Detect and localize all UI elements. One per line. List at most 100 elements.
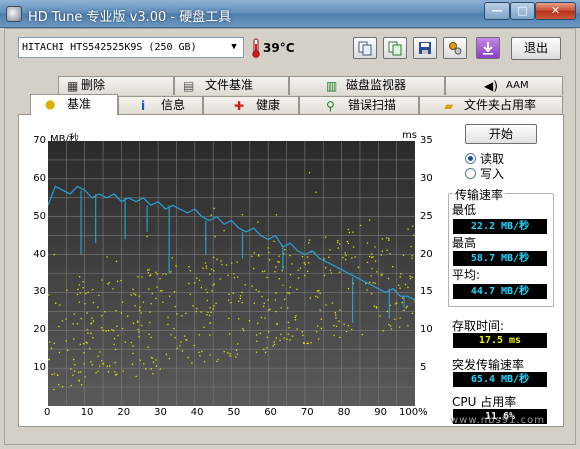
access-time-point [122,327,124,330]
access-time-point [308,172,311,174]
save-button[interactable] [413,37,437,59]
access-time-point [225,264,228,266]
download-button[interactable] [476,37,500,59]
access-time-point [289,274,292,276]
access-time-point [132,345,134,347]
avg-label: 平均: [452,268,481,282]
access-time-point [168,358,171,360]
access-time-point [152,361,155,363]
access-time-point [139,306,141,308]
access-time-point [122,370,124,372]
read-radio-indicator[interactable] [465,153,476,164]
access-time-point [228,293,230,295]
access-time-point [410,245,412,248]
access-time-point [201,350,203,353]
access-time-point [306,256,309,258]
access-time-point [170,271,172,273]
write-radio-indicator[interactable] [465,168,476,179]
access-time-point [284,298,286,300]
access-time-point [315,295,317,298]
access-time-point [209,322,212,324]
access-time-point [114,361,116,364]
access-time-point [150,302,152,305]
access-time-point [253,252,256,254]
access-time-point [301,331,304,333]
access-time-point [112,329,115,332]
copy-info-button[interactable] [353,37,377,59]
access-time-point [198,334,201,336]
access-time-point [209,334,211,336]
access-time-point [155,359,157,361]
access-time-point [205,265,207,267]
settings-button[interactable] [443,37,467,59]
access-time-point [347,287,350,290]
access-time-point [189,270,192,272]
access-time-point [150,368,152,370]
access-time-point [351,328,353,331]
close-button[interactable]: ✕ [535,2,576,20]
access-time-point [376,271,378,273]
access-time-point [185,312,187,315]
access-time-point [155,297,157,300]
access-time-point [309,297,311,299]
drive-select[interactable]: HITACHI HTS542525K9S (250 GB) ▼ [18,37,244,58]
access-time-point [113,337,116,340]
chevron-down-icon[interactable]: ▼ [226,39,242,56]
minimize-button[interactable]: — [484,2,510,20]
access-time-point [145,368,147,370]
right-axis-unit: ms [402,130,417,141]
start-button[interactable]: 开始 [465,124,537,144]
access-time-point [220,260,222,262]
maximize-button[interactable]: □ [510,2,535,20]
access-time-point [215,302,217,304]
access-time-point [83,352,85,354]
access-time-point [173,327,175,330]
title-bar[interactable]: HD Tune 专业版 v3.00 - 硬盘工具 — □ ✕ [0,0,580,28]
x-tick-label: 10 [80,407,94,418]
tab-error-scan[interactable]: ⚲ 错误扫描 [299,96,419,115]
tab-folder-usage[interactable]: ▰ 文件夹占用率 [419,96,563,115]
access-time-point [70,368,72,370]
access-time-point [337,239,339,242]
access-time-point [106,256,108,258]
access-time-point [124,341,126,343]
access-time-point [185,339,187,341]
access-time-point [188,266,190,268]
tab-health[interactable]: ✚ 健康 [203,96,299,115]
access-time-point [280,333,282,336]
save-icon [419,42,431,54]
access-time-point [173,291,176,293]
access-time-point [368,281,371,283]
access-time-point [413,234,415,236]
access-time-point [354,256,356,258]
access-time-point [386,310,389,313]
access-time-point [387,277,390,280]
access-time-point [210,268,213,270]
exit-button[interactable]: 退出 [511,37,561,60]
access-time-point [213,283,215,285]
tab-benchmark[interactable]: ● 基准 [30,94,118,115]
access-time-point [237,276,239,278]
access-time-point [261,270,264,273]
access-time-point [411,276,413,278]
access-time-point [148,333,150,335]
access-time-point [138,295,140,297]
copy-screen-button[interactable] [383,37,407,59]
tab-file-benchmark[interactable]: ▤ 文件基准 [174,76,289,95]
access-time-point [404,283,407,286]
access-time-point [405,307,407,309]
access-time-point [317,296,319,298]
left-tick-label: 20 [33,324,46,336]
access-time-point [304,274,306,277]
tab-aam[interactable]: ◀) AAM [445,76,563,95]
access-time-point [227,299,230,301]
tab-disk-monitor[interactable]: ▥ 磁盘监视器 [289,76,445,95]
access-time-point [401,301,403,304]
access-time-point [289,339,291,341]
tab-info[interactable]: i 信息 [118,96,203,115]
tab-erase[interactable]: ▦ 删除 [58,76,174,95]
access-time-point [188,282,190,285]
access-time-point [374,260,377,262]
access-time-point [357,266,360,268]
access-time-point [115,260,118,263]
